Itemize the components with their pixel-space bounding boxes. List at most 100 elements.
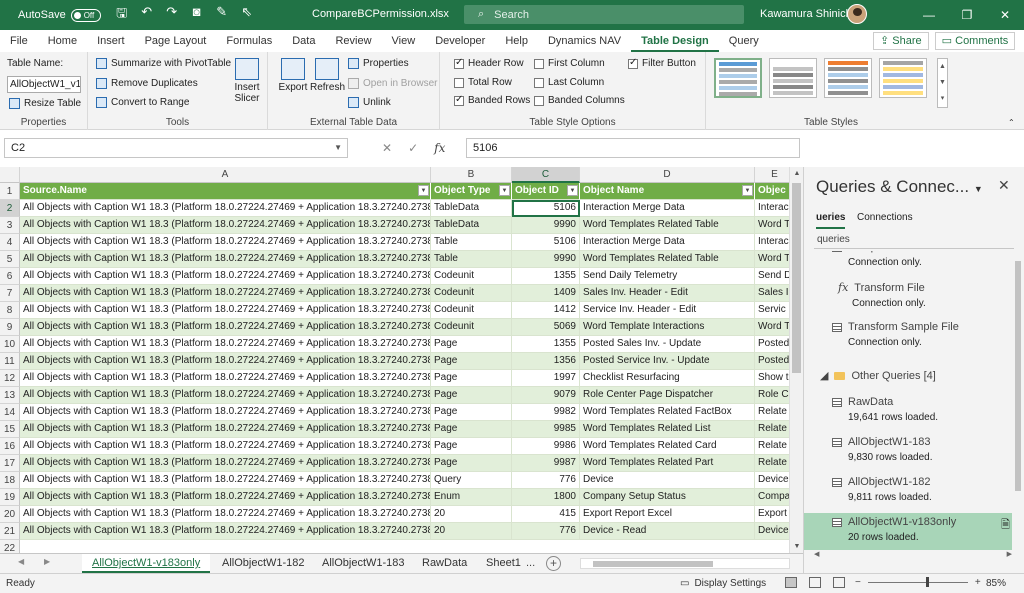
redo-icon[interactable]: ↷ (165, 4, 179, 26)
table-cell-source-name[interactable]: All Objects with Caption W1 18.3 (Platfo… (20, 489, 431, 506)
row-header[interactable]: 3 (0, 217, 20, 234)
share-button[interactable]: ⇪ Share (873, 32, 929, 50)
table-cell[interactable]: Page (431, 336, 512, 353)
first-column-checkbox[interactable]: First Column (534, 58, 605, 69)
banded-columns-checkbox[interactable]: Banded Columns (534, 95, 625, 106)
table-cell[interactable]: 1355 (512, 268, 580, 285)
table-cell[interactable]: Word Templates Related Table (580, 217, 755, 234)
row-header[interactable]: 19 (0, 489, 20, 506)
table-cell-source-name[interactable]: All Objects with Caption W1 18.3 (Platfo… (20, 268, 431, 285)
table-cell[interactable]: Page (431, 421, 512, 438)
row-header[interactable]: 9 (0, 319, 20, 336)
column-header-b[interactable]: B (431, 167, 512, 183)
table-cell[interactable]: Send Daily Telemetry (580, 268, 755, 285)
table-cell[interactable]: Word Templates Related Part (580, 455, 755, 472)
tab-view[interactable]: View (382, 30, 426, 52)
remove-duplicates-button[interactable]: Remove Duplicates (96, 78, 198, 89)
table-cell[interactable]: Company Setup Status (580, 489, 755, 506)
table-cell[interactable]: 20 (431, 506, 512, 523)
row-header[interactable]: 11 (0, 353, 20, 370)
row-header[interactable]: 18 (0, 472, 20, 489)
table-style-swatch[interactable] (879, 58, 927, 98)
filter-dropdown-icon[interactable]: ▼ (499, 185, 510, 196)
gallery-up-icon[interactable]: ▲ (938, 59, 947, 75)
tab-table-design[interactable]: Table Design (631, 30, 719, 52)
table-cell-source-name[interactable]: All Objects with Caption W1 18.3 (Platfo… (20, 200, 431, 217)
table-cell[interactable]: Word Templates Related Card (580, 438, 755, 455)
cancel-entry-icon[interactable]: ✕ (382, 141, 392, 155)
export-button[interactable]: Export (276, 58, 310, 93)
tab-file[interactable]: File (0, 30, 38, 52)
filter-dropdown-icon[interactable]: ▼ (418, 185, 429, 196)
zoom-out-icon[interactable]: − (855, 577, 861, 588)
table-cell[interactable]: Word Templates Related FactBox (580, 404, 755, 421)
tab-review[interactable]: Review (325, 30, 381, 52)
queries-hscroll[interactable]: ◀ ▶ (814, 550, 1012, 560)
table-cell-source-name[interactable]: All Objects with Caption W1 18.3 (Platfo… (20, 251, 431, 268)
table-cell[interactable]: 1356 (512, 353, 580, 370)
table-cell-source-name[interactable]: All Objects with Caption W1 18.3 (Platfo… (20, 455, 431, 472)
table-cell-source-name[interactable]: All Objects with Caption W1 18.3 (Platfo… (20, 302, 431, 319)
table-cell[interactable]: Codeunit (431, 285, 512, 302)
minimize-icon[interactable]: — (910, 0, 948, 30)
collapse-ribbon-icon[interactable]: ⌃ (1008, 118, 1015, 127)
table-cell[interactable]: 5069 (512, 319, 580, 336)
table-cell[interactable]: Table (431, 251, 512, 268)
horizontal-scrollbar[interactable] (580, 558, 790, 569)
row-header[interactable]: 14 (0, 404, 20, 421)
row-header[interactable]: 20 (0, 506, 20, 523)
table-cell[interactable]: 5106 (512, 200, 580, 217)
table-header-cell[interactable]: Object ID ▼ (512, 183, 580, 200)
table-cell[interactable]: Page (431, 438, 512, 455)
table-cell[interactable]: 5106 (512, 234, 580, 251)
table-cell[interactable]: 1412 (512, 302, 580, 319)
table-header-cell[interactable]: Object Type ▼ (431, 183, 512, 200)
tab-help[interactable]: Help (495, 30, 538, 52)
page-break-view-icon[interactable] (833, 577, 845, 588)
row-header[interactable]: 15 (0, 421, 20, 438)
user-name[interactable]: Kawamura Shinichi (760, 8, 854, 20)
query-item[interactable]: RawData 19,641 rows loaded. (804, 393, 1012, 430)
last-column-checkbox[interactable]: Last Column (534, 77, 604, 88)
table-cell-source-name[interactable]: All Objects with Caption W1 18.3 (Platfo… (20, 370, 431, 387)
table-cell[interactable]: Posted Sales Inv. - Update (580, 336, 755, 353)
formula-input[interactable]: 5106 (466, 138, 800, 158)
table-style-swatch[interactable] (824, 58, 872, 98)
table-style-swatch[interactable] (769, 58, 817, 98)
name-box[interactable]: C2 ▼ (4, 138, 348, 158)
prev-sheet-icon[interactable]: ◀ (18, 557, 24, 566)
tab-home[interactable]: Home (38, 30, 87, 52)
table-cell-source-name[interactable]: All Objects with Caption W1 18.3 (Platfo… (20, 523, 431, 540)
queries-scroll-thumb[interactable] (1015, 261, 1021, 491)
tab-data[interactable]: Data (282, 30, 325, 52)
table-cell[interactable]: Enum (431, 489, 512, 506)
row-header[interactable]: 2 (0, 200, 20, 217)
zoom-in-icon[interactable]: + (975, 577, 981, 588)
table-cell-source-name[interactable]: All Objects with Caption W1 18.3 (Platfo… (20, 217, 431, 234)
resize-table-button[interactable]: Resize Table (9, 98, 81, 109)
table-cell-source-name[interactable]: All Objects with Caption W1 18.3 (Platfo… (20, 421, 431, 438)
table-cell-source-name[interactable]: All Objects with Caption W1 18.3 (Platfo… (20, 353, 431, 370)
search-box[interactable]: ⌕ Search (464, 5, 744, 24)
table-cell[interactable]: Codeunit (431, 302, 512, 319)
folder-other-queries[interactable]: ◢ Other Queries [4] (820, 369, 936, 383)
sheet-tab[interactable]: Sheet1 (476, 554, 531, 573)
table-cell[interactable]: 9982 (512, 404, 580, 421)
row-header[interactable]: 17 (0, 455, 20, 472)
table-cell[interactable]: Word Templates Related List (580, 421, 755, 438)
table-cell[interactable]: Sales Inv. Header - Edit (580, 285, 755, 302)
autosave-toggle[interactable]: AutoSave Off (18, 8, 101, 22)
tab-queries[interactable]: ueries (816, 209, 846, 229)
table-cell-source-name[interactable]: All Objects with Caption W1 18.3 (Platfo… (20, 319, 431, 336)
queries-scrollbar[interactable] (1012, 251, 1024, 561)
table-header-cell[interactable]: Source.Name ▼ (20, 183, 431, 200)
table-cell[interactable]: Service Inv. Header - Edit (580, 302, 755, 319)
table-cell[interactable]: Page (431, 353, 512, 370)
comments-button[interactable]: ▭ Comments (935, 32, 1015, 50)
avatar[interactable] (847, 4, 867, 24)
table-cell-source-name[interactable]: All Objects with Caption W1 18.3 (Platfo… (20, 404, 431, 421)
row-header[interactable]: 5 (0, 251, 20, 268)
vertical-scrollbar[interactable]: ▲ ▼ (789, 167, 803, 553)
table-cell[interactable]: Table (431, 234, 512, 251)
external-properties-button[interactable]: Properties (348, 58, 409, 69)
